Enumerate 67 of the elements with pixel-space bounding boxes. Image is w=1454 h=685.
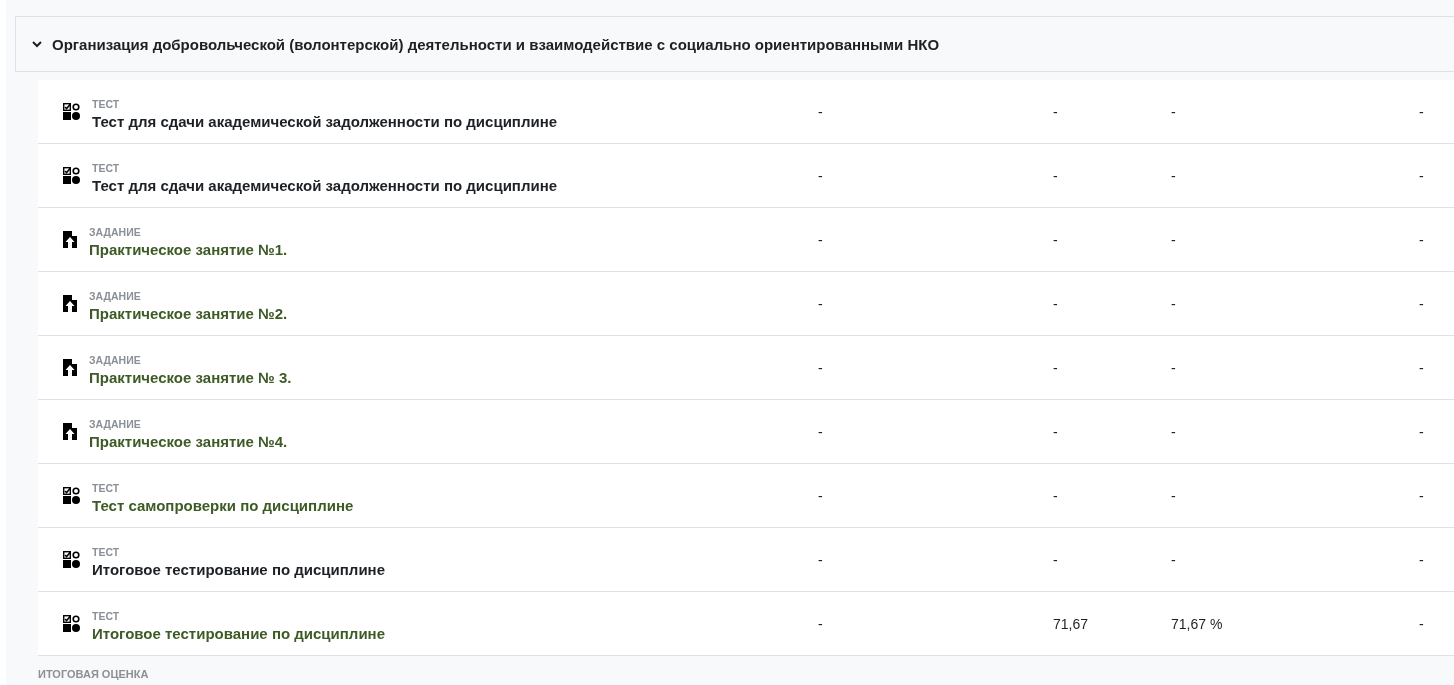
file-upload-icon xyxy=(63,295,77,312)
grade-value: - xyxy=(1419,359,1424,376)
quiz-icon xyxy=(63,487,80,504)
chevron-icon[interactable] xyxy=(32,39,42,49)
item-type-label: ЗАДАНИЕ xyxy=(89,353,142,366)
grade-value: - xyxy=(818,487,823,504)
grade-value: - xyxy=(1419,615,1424,632)
quiz-icon xyxy=(63,167,80,184)
grade-value: 71,67 xyxy=(1053,615,1089,632)
quiz-icon xyxy=(63,615,80,632)
item-link[interactable]: Практическое занятие №4. xyxy=(89,432,288,450)
grade-value: - xyxy=(1171,487,1176,504)
item-type-label: ТЕСТ xyxy=(92,161,121,174)
grade-value: - xyxy=(818,167,823,184)
category-header[interactable]: Организация добровольческой (волонтерской) деятельности и взаимодействие с социально ориентированными НКО xyxy=(15,16,1454,72)
grade-value: - xyxy=(1419,487,1424,504)
item-link[interactable]: Практическое занятие № 3. xyxy=(89,368,292,386)
grade-value: - xyxy=(1171,423,1176,440)
file-upload-icon xyxy=(63,359,77,376)
grade-value: - xyxy=(1053,359,1058,376)
grade-value: - xyxy=(1419,167,1424,184)
item-type-label: ЗАДАНИЕ xyxy=(89,417,142,430)
total-type-label: ИТОГОВАЯ ОЦЕНКА xyxy=(38,668,150,680)
grade-value: - xyxy=(1053,167,1058,184)
item-link[interactable]: Практическое занятие №2. xyxy=(89,304,288,322)
item-type-label: ТЕСТ xyxy=(92,609,121,622)
item-type-label: ТЕСТ xyxy=(92,481,121,494)
item-title: Итоговое тестирование по дисциплине xyxy=(92,560,385,578)
item-link[interactable]: Тест самопроверки по дисциплине xyxy=(92,496,354,514)
grade-value: - xyxy=(1171,231,1176,248)
grade-value: - xyxy=(1171,167,1176,184)
quiz-icon xyxy=(63,551,80,568)
grade-value: 71,67 % xyxy=(1171,615,1223,632)
grade-value: - xyxy=(1419,103,1424,120)
quiz-icon xyxy=(63,103,80,120)
item-link[interactable]: Практическое занятие №1. xyxy=(89,240,288,258)
item-link[interactable]: Итоговое тестирование по дисциплине xyxy=(92,624,385,642)
grade-value: - xyxy=(1419,295,1424,312)
grade-value: - xyxy=(1171,359,1176,376)
grade-value: - xyxy=(1419,231,1424,248)
grade-value: - xyxy=(1171,295,1176,312)
grade-value: - xyxy=(1053,103,1058,120)
grade-value: - xyxy=(1053,487,1058,504)
grade-value: - xyxy=(818,551,823,568)
item-title: Тест для сдачи академической задолженности по дисциплине xyxy=(92,112,558,130)
item-type-label: ЗАДАНИЕ xyxy=(89,225,142,238)
grade-value: - xyxy=(1053,551,1058,568)
item-type-label: ТЕСТ xyxy=(92,545,121,558)
grade-value: - xyxy=(1171,551,1176,568)
grade-value: - xyxy=(1171,103,1176,120)
grade-value: - xyxy=(1419,423,1424,440)
file-upload-icon xyxy=(63,231,77,248)
grade-value: - xyxy=(818,231,823,248)
grade-value: - xyxy=(818,103,823,120)
grade-value: - xyxy=(1053,295,1058,312)
item-type-label: ЗАДАНИЕ xyxy=(89,289,142,302)
item-title: Тест для сдачи академической задолженности по дисциплине xyxy=(92,176,558,194)
grade-value: - xyxy=(818,295,823,312)
category-title: Организация добровольческой (волонтерской) деятельности и взаимодействие с социально ориентированными НКО xyxy=(52,35,940,53)
grade-value: - xyxy=(818,615,823,632)
grade-value: - xyxy=(818,423,823,440)
item-type-label: ТЕСТ xyxy=(92,97,121,110)
file-upload-icon xyxy=(63,423,77,440)
grade-value: - xyxy=(1053,231,1058,248)
grade-value: - xyxy=(1419,551,1424,568)
grade-value: - xyxy=(818,359,823,376)
grade-value: - xyxy=(1053,423,1058,440)
